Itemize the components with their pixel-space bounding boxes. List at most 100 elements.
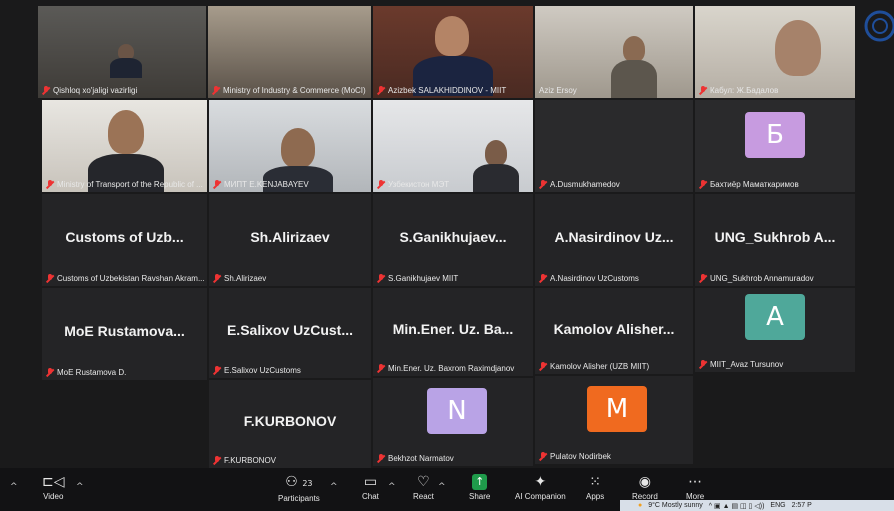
participant-tile[interactable]: Кабул: Ж.Бадалов: [695, 6, 855, 98]
participant-display-name: UNG_Sukhrob A...: [714, 228, 836, 245]
participant-tile[interactable]: МИПТ E.KENJABAYEV: [209, 100, 371, 192]
participant-tile[interactable]: M Pulatov Nodirbek: [535, 376, 693, 464]
participant-label: Customs of Uzbekistan Ravshan Akram...: [46, 274, 205, 283]
participant-tile[interactable]: Б Бахтиёр Маматкаримов: [695, 100, 855, 192]
mic-muted-icon: [699, 180, 707, 189]
mic-muted-icon: [539, 180, 547, 189]
participant-tile[interactable]: A.Dusmukhamedov: [535, 100, 693, 192]
participant-tile[interactable]: Min.Ener. Uz. Ba... Min.Ener. Uz. Baxrom…: [373, 288, 533, 376]
participant-display-name: Min.Ener. Uz. Ba...: [392, 321, 514, 338]
weather-icon: ●: [638, 502, 643, 509]
participant-label: A.Nasirdinov UzCustoms: [539, 274, 639, 283]
record-icon: ◉: [638, 474, 651, 490]
mic-muted-icon: [42, 86, 50, 95]
mic-muted-icon: [539, 362, 547, 371]
participant-tile[interactable]: Ministry of Transport of the Republic of…: [42, 100, 207, 192]
video-button[interactable]: ⊏◁ Video: [42, 474, 65, 501]
video-label: Video: [43, 492, 64, 501]
mic-muted-icon: [46, 180, 54, 189]
participant-label: F.KURBONOV: [213, 456, 276, 465]
ai-companion-label: AI Companion: [515, 492, 566, 501]
chat-button[interactable]: ▭ Chat: [362, 474, 379, 501]
mic-muted-icon: [377, 274, 385, 283]
apps-icon: ⁙: [589, 474, 601, 490]
share-label: Share: [469, 492, 491, 501]
participant-label: Aziz Ersoy: [539, 86, 577, 95]
participant-video: [775, 20, 821, 76]
participant-tile[interactable]: MoE Rustamova... MoE Rustamova D.: [42, 288, 207, 380]
apps-label: Apps: [586, 492, 605, 501]
avatar: M: [587, 386, 647, 432]
chat-icon: ▭: [363, 474, 378, 490]
participant-label: S.Ganikhujaev MIIT: [377, 274, 458, 283]
participant-tile[interactable]: N Bekhzot Narmatov: [373, 378, 533, 466]
mic-muted-icon: [212, 86, 220, 95]
participant-tile[interactable]: Qishloq xo'jaligi vazirligi: [38, 6, 206, 98]
participant-label: Бахтиёр Маматкаримов: [699, 180, 799, 189]
participant-tile[interactable]: Kamolov Alisher... Kamolov Alisher (UZB …: [535, 288, 693, 374]
chevron-up-icon[interactable]: ^: [388, 482, 396, 492]
avatar: Б: [745, 112, 805, 158]
participant-label: Sh.Alirizaev: [213, 274, 266, 283]
participant-label: Узбекистон МЭТ: [377, 180, 449, 189]
zoom-meeting-window: Qishloq xo'jaligi vazirligi Ministry of …: [0, 0, 894, 511]
participant-tile[interactable]: Aziz Ersoy: [535, 6, 693, 98]
weather-status: 9°C Mostly sunny: [648, 502, 703, 509]
participant-label: Azizbek SALAKHIDDINOV - MIIT: [377, 86, 506, 95]
apps-button[interactable]: ⁙ Apps: [586, 474, 604, 501]
mic-muted-icon: [377, 180, 385, 189]
participants-label: Participants: [278, 494, 320, 503]
participant-video: [110, 58, 142, 78]
participant-display-name: MoE Rustamova...: [64, 322, 185, 339]
participant-tile[interactable]: F.KURBONOV F.KURBONOV: [209, 380, 371, 468]
participant-tile[interactable]: UNG_Sukhrob A... UNG_Sukhrob Annamuradov: [695, 194, 855, 286]
mic-muted-icon: [377, 364, 385, 373]
more-icon: ⋯: [688, 474, 703, 490]
participant-tile[interactable]: S.Ganikhujaev... S.Ganikhujaev MIIT: [373, 194, 533, 286]
participants-icon: ⚇ 23: [285, 474, 313, 490]
ai-companion-button[interactable]: ✦ AI Companion: [515, 474, 566, 501]
participant-display-name: E.Salixov UzCust...: [226, 322, 354, 339]
participant-display-name: F.KURBONOV: [243, 413, 337, 430]
participants-count: 23: [302, 479, 313, 488]
participant-video: [108, 110, 144, 154]
participant-label: MoE Rustamova D.: [46, 368, 126, 377]
participant-tile[interactable]: Узбекистон МЭТ: [373, 100, 533, 192]
record-button[interactable]: ◉ Record: [632, 474, 658, 501]
tray-icons[interactable]: ^ ▣ ▲ ▤ ◫ ▯ ◁)): [709, 502, 765, 510]
language-indicator[interactable]: ENG: [770, 502, 785, 509]
share-button[interactable]: ↑ Share: [469, 474, 490, 501]
react-button[interactable]: ♡ React: [413, 474, 434, 501]
participant-tile[interactable]: Sh.Alirizaev Sh.Alirizaev: [209, 194, 371, 286]
mic-muted-icon: [213, 180, 221, 189]
participant-video: [281, 128, 315, 168]
participants-button[interactable]: ⚇ 23 Participants: [278, 474, 320, 503]
participant-tile[interactable]: E.Salixov UzCust... E.Salixov UzCustoms: [209, 288, 371, 378]
participant-video: [473, 164, 519, 192]
react-label: React: [413, 492, 434, 501]
participant-tile[interactable]: A MIIT_Avaz Tursunov: [695, 288, 855, 372]
participant-tile[interactable]: Azizbek SALAKHIDDINOV - MIIT: [373, 6, 533, 98]
mic-muted-icon: [213, 274, 221, 283]
clock[interactable]: 2:57 P: [792, 502, 812, 509]
participant-label: E.Salixov UzCustoms: [213, 366, 301, 375]
chevron-up-icon[interactable]: ^: [438, 482, 446, 492]
chevron-up-icon[interactable]: ^: [10, 482, 18, 492]
chevron-up-icon[interactable]: ^: [330, 482, 338, 492]
chat-label: Chat: [362, 492, 379, 501]
participant-tile[interactable]: Ministry of Industry & Commerce (MoCI): [208, 6, 371, 98]
participant-label: UNG_Sukhrob Annamuradov: [699, 274, 814, 283]
video-camera-icon: ⊏◁: [42, 474, 65, 490]
participant-tile[interactable]: A.Nasirdinov Uz... A.Nasirdinov UzCustom…: [535, 194, 693, 286]
participant-video: [435, 16, 469, 56]
participant-display-name: Kamolov Alisher...: [553, 320, 675, 337]
participant-label: Qishloq xo'jaligi vazirligi: [42, 86, 137, 95]
more-button[interactable]: ⋯ More: [686, 474, 704, 501]
chevron-up-icon[interactable]: ^: [76, 482, 84, 492]
mic-muted-icon: [377, 454, 385, 463]
avatar: N: [427, 388, 487, 434]
participant-tile[interactable]: Customs of Uzb... Customs of Uzbekistan …: [42, 194, 207, 286]
sparkle-icon: ✦: [534, 474, 547, 490]
participant-label: Kamolov Alisher (UZB MIIT): [539, 362, 649, 371]
participant-label: MIIT_Avaz Tursunov: [699, 360, 783, 369]
